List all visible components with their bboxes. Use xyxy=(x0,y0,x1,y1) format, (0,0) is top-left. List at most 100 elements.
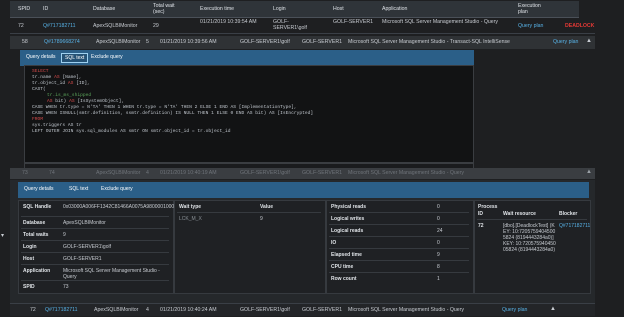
cell-application: Microsoft SQL Server Management Studio -… xyxy=(348,307,464,313)
proc-id: 72 xyxy=(478,223,484,229)
stat-label: Logical writes xyxy=(331,216,365,222)
code-line: CASE WHEN ISNULL(smtr.definition, ssmtr.… xyxy=(32,111,314,116)
tab-sql-text[interactable]: SQL text xyxy=(61,53,89,63)
code-line: SELECT xyxy=(32,69,49,74)
table-row-expanded[interactable]: 73 74 ApexSQLBIMonitor 4 01/21/2019 10:4… xyxy=(10,168,595,179)
cell-host: GOLF-SERVER1 xyxy=(302,39,342,45)
prop-label: SPID xyxy=(23,284,35,290)
proc-col-blocker: Blocker xyxy=(559,211,578,217)
proc-resource: [dbo].[DeadlockTest] (KEY: 10:7205759404… xyxy=(503,223,556,253)
prop-label: Host xyxy=(23,256,35,262)
col-database[interactable]: Database xyxy=(93,6,115,12)
prop-label: Application xyxy=(23,268,51,274)
cell-spid: 72 xyxy=(18,23,24,29)
query-plan-link[interactable]: Query plan xyxy=(518,23,543,29)
wait-type-panel: Wait type Value LCK_M_X 9 xyxy=(174,200,326,294)
cell-spid: 58 xyxy=(22,39,28,45)
stat-value: 0 xyxy=(437,240,440,246)
cell-id-link[interactable]: Q#1789668274 xyxy=(44,39,80,45)
code-line: CAST( xyxy=(32,87,46,92)
cell-id-link[interactable]: Q#717182711 xyxy=(43,23,76,29)
properties-panel: SQL Handle 0x03000A006FF1342C81466A0075A… xyxy=(18,200,183,294)
tab-query-details[interactable]: Query details xyxy=(21,185,56,193)
cell-application: Microsoft SQL Server Management Studio -… xyxy=(348,39,510,45)
code-line: CASE WHEN tr.type = N'TA' THEN 1 WHEN tr… xyxy=(32,105,297,110)
cell-database: ApexSQLBIMonitor xyxy=(94,307,139,313)
wait-type-value: LCK_M_X xyxy=(179,216,202,222)
collapse-arrow-icon[interactable]: ▲ xyxy=(550,306,556,312)
stat-label: CPU time xyxy=(331,264,354,270)
col-exec-plan[interactable]: Execution plan xyxy=(518,3,548,15)
grid-header: SPID ID Database Total wait (sec) Execut… xyxy=(10,1,579,18)
cell-database: ApexSQLBIMonitor xyxy=(93,23,138,29)
query-details-area: Query details SQL text Exclude query SQL… xyxy=(10,180,595,305)
tab-query-details[interactable]: Query details xyxy=(23,53,58,61)
code-line: tr.name AS [Name], xyxy=(32,75,82,80)
cell-application: Microsoft SQL Server Management Studio -… xyxy=(348,170,464,176)
prop-value: 73 xyxy=(63,284,69,290)
cell-exec-time: 01/21/2019 10:40:19 AM xyxy=(160,170,217,176)
collapse-arrow-icon[interactable]: ▲ xyxy=(586,169,592,175)
prop-value: 9 xyxy=(63,232,66,238)
sql-text-editor[interactable]: SELECT tr.name AS [Name], tr.object_id A… xyxy=(24,65,474,163)
table-row[interactable]: 72 Q#717182711 ApexSQLBIMonitor 29 01/21… xyxy=(10,18,595,34)
deadlock-badge: DEADLOCK xyxy=(565,23,595,29)
proc-col-id: ID xyxy=(478,211,483,217)
col-spid[interactable]: SPID xyxy=(18,6,30,12)
blocker-link[interactable]: Q#717182711 xyxy=(559,223,590,229)
prop-value: GOLF-SERVER1\golf xyxy=(63,244,111,250)
collapse-arrow-icon[interactable]: ▲ xyxy=(586,38,592,44)
prop-value: Microsoft SQL Server Management Studio -… xyxy=(63,268,160,280)
stat-value: 0 xyxy=(437,204,440,210)
col-id[interactable]: ID xyxy=(43,6,48,12)
cell-login: GOLF-SERVER1\golf xyxy=(240,307,290,313)
prop-label: SQL Handle xyxy=(23,204,52,210)
cell-spid: 73 xyxy=(22,170,28,176)
wait-type-header: Wait type xyxy=(179,204,202,210)
col-total-wait[interactable]: Total wait (sec) xyxy=(153,3,185,15)
process-title: Process xyxy=(478,204,498,210)
col-host[interactable]: Host xyxy=(333,6,344,12)
col-exec-time[interactable]: Execution time xyxy=(200,6,234,12)
stat-label: Row count xyxy=(331,276,357,282)
cell-login: GOLF-SERVER1\golf xyxy=(240,39,290,45)
code-line: FROM xyxy=(32,117,44,122)
query-plan-link[interactable]: Query plan xyxy=(502,307,527,313)
prop-value: GOLF-SERVER1 xyxy=(63,256,102,262)
detail-tabbar-1: Query details SQL text Exclude query xyxy=(20,50,474,66)
prop-label: Login xyxy=(23,244,37,250)
prop-value: 0x03000A006FF1342C81466A0075A98000010000… xyxy=(63,204,183,210)
wait-value-header: Value xyxy=(260,204,274,210)
expand-arrow-icon[interactable]: ▾ xyxy=(1,232,4,239)
query-plan-link[interactable]: Query plan xyxy=(553,39,578,45)
stat-value: 0 xyxy=(437,216,440,222)
code-line: LEFT OUTER JOIN sys.sql_modules AS smtr … xyxy=(32,129,231,134)
cell-total-wait: 4 xyxy=(146,170,149,176)
cell-total-wait: 29 xyxy=(153,23,159,29)
code-line: tr.object_id AS [ID], xyxy=(32,81,90,86)
cell-total-wait: 5 xyxy=(146,39,149,45)
tab-exclude-query[interactable]: Exclude query xyxy=(88,53,126,61)
table-row-selected[interactable]: 58 Q#1789668274 ApexSQLBIMonitor 5 01/21… xyxy=(10,36,595,49)
stat-label: IO xyxy=(331,240,337,246)
tab-exclude-query[interactable]: Exclude query xyxy=(98,185,136,193)
cell-id: 74 xyxy=(49,170,55,176)
prop-label: Database xyxy=(23,220,46,226)
process-panel: Process ID Wait resource Blocker 72 [dbo… xyxy=(474,200,591,294)
cell-login: GOLF-SERVER1\golf xyxy=(273,19,307,31)
table-row[interactable]: 72 Q#717182711 ApexSQLBIMonitor 4 01/21/… xyxy=(10,303,595,316)
cell-login: GOLF-SERVER1\golf xyxy=(240,170,290,176)
cell-exec-time: 01/21/2019 10:39:54 AM xyxy=(200,19,257,25)
io-stats-panel: Physical reads 0 Logical writes 0 Logica… xyxy=(326,200,474,294)
col-application[interactable]: Application xyxy=(382,6,407,12)
stat-value: 24 xyxy=(437,228,443,234)
tab-sql-text[interactable]: SQL text xyxy=(66,185,91,193)
cell-id-link[interactable]: Q#717182711 xyxy=(45,307,78,313)
stat-value: 1 xyxy=(437,276,440,282)
code-line: AS bit) AS [IsSystemObject], xyxy=(47,99,125,104)
stat-label: Physical reads xyxy=(331,204,367,210)
col-login[interactable]: Login xyxy=(273,6,286,12)
stat-label: Elapsed time xyxy=(331,252,362,258)
stat-value: 8 xyxy=(437,264,440,270)
code-line: sys.triggers AS tr xyxy=(32,123,82,128)
